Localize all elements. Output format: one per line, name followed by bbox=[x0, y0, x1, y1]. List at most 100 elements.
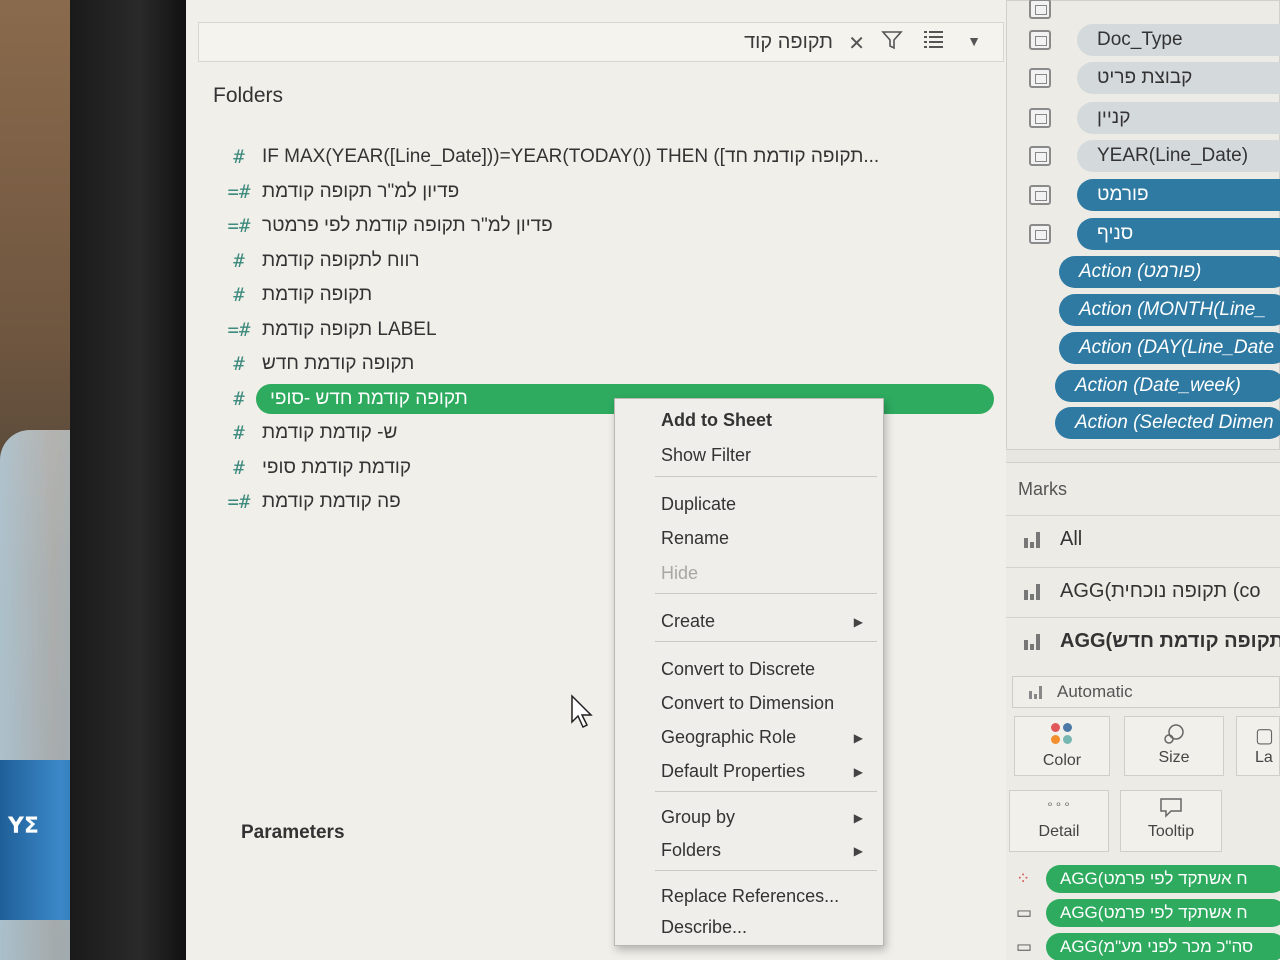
field-list: # IF MAX(YEAR([Line_Date]))=YEAR(TODAY()… bbox=[222, 140, 1002, 520]
calculated-measure-icon: =# bbox=[227, 215, 251, 238]
size-icon bbox=[1125, 723, 1223, 747]
filter-pill[interactable]: Action (Selected Dimen bbox=[1055, 407, 1280, 439]
menu-replace-references[interactable]: Replace References... bbox=[661, 886, 839, 907]
shelf-pill[interactable]: AGG(ח אשתקד לפי פרמט bbox=[1046, 865, 1280, 893]
field-item[interactable]: =# תקופה קודמת LABEL bbox=[222, 313, 1002, 348]
filter-pill[interactable]: Action (Date_week) bbox=[1055, 370, 1280, 402]
filter-item[interactable]: פורמט bbox=[1029, 179, 1280, 211]
menu-convert-to-dimension[interactable]: Convert to Dimension bbox=[661, 693, 834, 714]
tooltip-icon bbox=[1121, 797, 1221, 821]
filter-item[interactable]: Action (MONTH(Line_ bbox=[1029, 294, 1280, 326]
filter-pill[interactable]: Action (פורמט) bbox=[1059, 256, 1280, 288]
filter-pill[interactable]: קניין bbox=[1077, 102, 1280, 134]
marks-shelf-pill[interactable]: ▭ AGG(סה"כ מכר לפני מע"מ bbox=[1016, 933, 1280, 960]
color-icon bbox=[1051, 723, 1073, 745]
field-item[interactable]: =# פה קודמת קודמת bbox=[222, 485, 1002, 520]
filter-item[interactable]: Action (Date_week) bbox=[1029, 370, 1280, 402]
tooltip-card[interactable]: Tooltip bbox=[1120, 790, 1222, 852]
marks-tab-label: All bbox=[1060, 528, 1083, 550]
menu-show-filter[interactable]: Show Filter bbox=[661, 445, 751, 466]
field-context-menu: Add to Sheet Show Filter Duplicate Renam… bbox=[614, 398, 884, 946]
field-item[interactable]: # קודמת קודמת סופי bbox=[222, 451, 1002, 486]
field-item[interactable]: # תקופה קודמת חדש bbox=[222, 347, 1002, 382]
menu-separator bbox=[655, 791, 877, 792]
field-item[interactable]: =# פדיון למ"ר תקופה קודמת bbox=[222, 175, 1002, 210]
menu-describe[interactable]: Describe... bbox=[661, 917, 747, 938]
search-input[interactable]: תקופה קוד bbox=[744, 31, 833, 54]
menu-geographic-role[interactable]: Geographic Role bbox=[661, 727, 796, 748]
shelf-pill[interactable]: AGG(ח אשתקד לפי פרמט bbox=[1046, 899, 1280, 927]
label-card[interactable]: ▢ La bbox=[1236, 716, 1280, 776]
field-item-selected[interactable]: # תקופה קודמת חדש -סופי bbox=[222, 382, 1002, 417]
filter-card-icon bbox=[1029, 185, 1051, 205]
filter-item[interactable] bbox=[1029, 0, 1280, 25]
filter-item[interactable]: קבוצת פריט bbox=[1029, 62, 1280, 94]
filter-card-icon bbox=[1029, 146, 1051, 166]
menu-separator bbox=[655, 593, 877, 594]
field-label: תקופה קודמת חדש -סופי bbox=[270, 387, 468, 409]
field-label: פה קודמת קודמת bbox=[262, 491, 401, 513]
tooltip-icon: ▭ bbox=[1016, 903, 1033, 922]
menu-convert-to-discrete[interactable]: Convert to Discrete bbox=[661, 659, 815, 680]
filter-item[interactable]: קניין bbox=[1029, 102, 1280, 134]
tableau-screen: תקופה קוד ✕ ▼ Folders # IF MAX(YEAR([Lin… bbox=[186, 0, 1280, 960]
field-item[interactable]: # IF MAX(YEAR([Line_Date]))=YEAR(TODAY()… bbox=[222, 140, 1002, 175]
field-label: פדיון למ"ר תקופה קודמת bbox=[262, 180, 460, 202]
bar-chart-icon bbox=[1029, 685, 1045, 699]
card-label: La bbox=[1255, 749, 1273, 766]
marks-tab-label: AGG(תקופה נוכחית (co bbox=[1060, 580, 1261, 602]
search-bar[interactable]: תקופה קוד ✕ ▼ bbox=[198, 22, 1004, 62]
filter-pill[interactable]: Action (DAY(Line_Date bbox=[1059, 332, 1280, 364]
mark-type-dropdown[interactable]: Automatic bbox=[1012, 676, 1280, 708]
filter-pill[interactable]: Action (MONTH(Line_ bbox=[1059, 294, 1280, 326]
field-item[interactable]: # רווח לתקופה קודמת bbox=[222, 244, 1002, 279]
field-item[interactable]: # תקופה קודמת bbox=[222, 278, 1002, 313]
chevron-down-icon[interactable]: ▼ bbox=[967, 33, 981, 49]
menu-group-by[interactable]: Group by bbox=[661, 807, 735, 828]
filter-pill[interactable]: Doc_Type bbox=[1077, 24, 1280, 56]
submenu-arrow-icon: ▶ bbox=[853, 811, 863, 825]
filter-item[interactable]: YEAR(Line_Date) bbox=[1029, 140, 1280, 172]
marks-tab-measure[interactable]: AGG(תקופה נוכחית (co bbox=[1006, 567, 1280, 613]
marks-shelf-pill[interactable]: ⁘ AGG(ח אשתקד לפי פרמט bbox=[1016, 865, 1280, 893]
marks-tab-all[interactable]: All bbox=[1006, 515, 1280, 561]
parameters-title: Parameters bbox=[241, 822, 345, 843]
filter-item[interactable]: Action (פורמט) bbox=[1029, 256, 1280, 288]
bar-chart-icon bbox=[1024, 632, 1044, 650]
filter-pill[interactable]: קבוצת פריט bbox=[1077, 62, 1280, 94]
filter-pill[interactable]: פורמט bbox=[1077, 179, 1280, 211]
menu-rename[interactable]: Rename bbox=[661, 528, 729, 549]
menu-create[interactable]: Create bbox=[661, 611, 715, 632]
calculated-measure-icon: =# bbox=[227, 318, 251, 341]
shelf-pill[interactable]: AGG(סה"כ מכר לפני מע"מ bbox=[1046, 933, 1280, 960]
card-label: Color bbox=[1042, 752, 1082, 769]
measure-icon: # bbox=[233, 456, 245, 479]
detail-icon: ∘∘∘ bbox=[1046, 797, 1072, 811]
filter-pill[interactable]: YEAR(Line_Date) bbox=[1077, 140, 1280, 172]
marks-shelf-pill[interactable]: ▭ AGG(ח אשתקד לפי פרמט bbox=[1016, 899, 1280, 927]
clear-search-icon[interactable]: ✕ bbox=[848, 31, 865, 56]
field-item[interactable]: # ש- קודמת קודמת bbox=[222, 416, 1002, 451]
field-item[interactable]: =# פדיון למ"ר תקופה קודמת לפי פרמטר bbox=[222, 209, 1002, 244]
filter-item[interactable]: Action (DAY(Line_Date bbox=[1029, 332, 1280, 364]
filter-item[interactable]: Action (Selected Dimen bbox=[1029, 407, 1280, 439]
label-icon: ▢ bbox=[1255, 725, 1274, 747]
filter-pill[interactable]: סניף bbox=[1077, 218, 1280, 250]
filter-item[interactable]: Doc_Type bbox=[1029, 24, 1280, 56]
marks-tab-measure-active[interactable]: AGG(תקופה קודמת חדש bbox=[1006, 617, 1280, 663]
filter-card-icon bbox=[1029, 224, 1051, 244]
view-list-icon[interactable] bbox=[923, 29, 945, 55]
detail-card[interactable]: ∘∘∘ Detail bbox=[1009, 790, 1109, 852]
measure-icon: # bbox=[233, 353, 245, 376]
card-label: Tooltip bbox=[1147, 823, 1195, 840]
size-card[interactable]: Size bbox=[1124, 716, 1224, 776]
field-label: קודמת קודמת סופי bbox=[262, 456, 412, 478]
filter-item[interactable]: סניף bbox=[1029, 218, 1280, 250]
menu-duplicate[interactable]: Duplicate bbox=[661, 494, 736, 515]
menu-add-to-sheet[interactable]: Add to Sheet bbox=[661, 410, 772, 431]
filter-icon[interactable] bbox=[881, 29, 903, 57]
tooltip-icon: ▭ bbox=[1016, 937, 1033, 956]
menu-default-properties[interactable]: Default Properties bbox=[661, 761, 805, 782]
menu-folders[interactable]: Folders bbox=[661, 840, 721, 861]
color-card[interactable]: Color bbox=[1014, 716, 1110, 776]
